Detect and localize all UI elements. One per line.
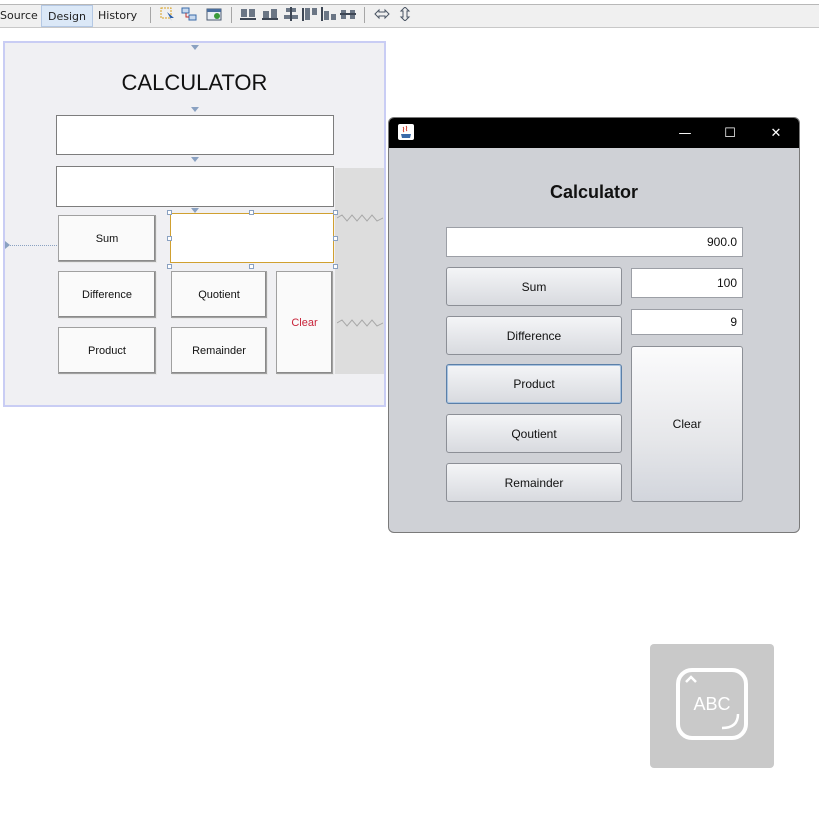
design-title-label[interactable]: CALCULATOR: [5, 70, 384, 96]
design-remainder-button[interactable]: Remainder: [171, 327, 267, 374]
design-difference-button[interactable]: Difference: [58, 271, 156, 318]
clear-button[interactable]: Clear: [631, 346, 743, 502]
difference-button[interactable]: Difference: [446, 316, 622, 355]
keyboard-icon: ABC: [676, 668, 748, 740]
toolbar-separator: [150, 7, 151, 23]
resize-handle[interactable]: [333, 264, 338, 269]
resize-handle[interactable]: [249, 210, 254, 215]
layout-guide-area: [335, 168, 384, 374]
qoutient-button[interactable]: Qoutient: [446, 414, 622, 453]
calculator-heading: Calculator: [549, 182, 639, 202]
sum-button[interactable]: Sum: [446, 267, 622, 306]
baseline-guide: [5, 245, 57, 246]
resize-handle[interactable]: [167, 264, 172, 269]
design-input1-field[interactable]: [56, 166, 334, 207]
anchor-marker-icon: [191, 45, 199, 50]
center-vertical-icon[interactable]: [340, 7, 356, 21]
product-button[interactable]: Product: [446, 364, 622, 404]
design-quotient-button[interactable]: Quotient: [171, 271, 267, 318]
align-bottom-icon[interactable]: [321, 7, 337, 21]
tab-design[interactable]: Design: [41, 5, 93, 27]
align-top-icon[interactable]: [302, 7, 318, 21]
toolbar-separator: [364, 7, 365, 23]
design-result-field[interactable]: [56, 115, 334, 155]
align-left-icon[interactable]: [240, 7, 256, 21]
gap-spring-icon: [337, 214, 383, 222]
anchor-marker-icon: [5, 241, 10, 249]
anchor-marker-icon: [191, 107, 199, 112]
gap-spring-icon: [337, 319, 383, 327]
resize-handle[interactable]: [167, 210, 172, 215]
close-button[interactable]: ✕: [754, 118, 798, 148]
resize-handle[interactable]: [167, 236, 172, 241]
design-clear-button[interactable]: Clear: [276, 271, 333, 374]
ide-toolbar: Source Design History: [0, 0, 819, 28]
selection-mode-icon[interactable]: [160, 7, 176, 21]
tab-source[interactable]: Source: [0, 5, 44, 27]
preview-design-icon[interactable]: [206, 7, 222, 21]
resize-handle[interactable]: [333, 236, 338, 241]
minimize-button[interactable]: —: [663, 118, 707, 148]
enter-curve-icon: [721, 713, 740, 730]
window-titlebar[interactable]: — ☐ ✕: [389, 118, 799, 148]
calculator-window: — ☐ ✕ Calculator 900.0 Sum 100 Differenc…: [388, 117, 800, 533]
connection-mode-icon[interactable]: [181, 7, 197, 21]
design-product-button[interactable]: Product: [58, 327, 156, 374]
center-horizontal-icon[interactable]: [283, 7, 299, 21]
toolbar-separator: [231, 7, 232, 23]
align-right-icon[interactable]: [262, 7, 278, 21]
design-form-canvas[interactable]: CALCULATOR Sum Difference Quotient Clear…: [3, 41, 386, 407]
design-sum-button[interactable]: Sum: [58, 215, 156, 262]
keyboard-input-widget[interactable]: ABC: [650, 644, 774, 768]
resize-handle[interactable]: [249, 264, 254, 269]
java-app-icon: [398, 124, 414, 140]
anchor-marker-icon: [191, 157, 199, 162]
input1-field[interactable]: 100: [631, 268, 743, 298]
resize-vertical-icon[interactable]: [397, 7, 413, 21]
maximize-button[interactable]: ☐: [708, 118, 752, 148]
input2-field[interactable]: 9: [631, 309, 743, 335]
tab-history[interactable]: History: [92, 5, 143, 27]
result-field[interactable]: 900.0: [446, 227, 743, 257]
remainder-button[interactable]: Remainder: [446, 463, 622, 502]
caret-up-icon: [685, 675, 697, 683]
resize-horizontal-icon[interactable]: [374, 7, 390, 21]
design-input2-field-selected[interactable]: [170, 213, 334, 263]
